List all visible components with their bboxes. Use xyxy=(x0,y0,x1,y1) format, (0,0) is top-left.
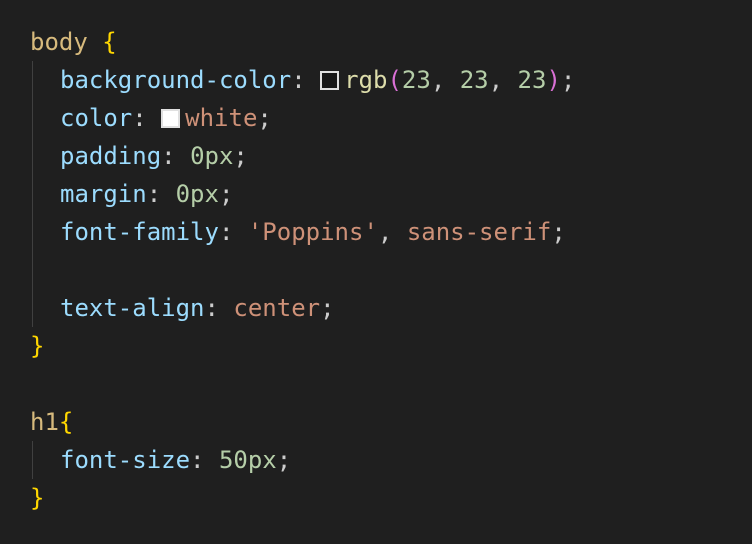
color-swatch-icon[interactable] xyxy=(320,71,340,90)
css-property: text-align xyxy=(60,294,205,322)
code-line: } xyxy=(30,327,44,365)
semicolon: ; xyxy=(276,446,292,474)
css-property: margin xyxy=(60,180,147,208)
css-selector: h1 xyxy=(30,408,59,436)
code-line: h1{ xyxy=(30,403,73,441)
css-value: white xyxy=(185,104,258,132)
close-brace: } xyxy=(30,484,45,512)
code-line: padding: 0px; xyxy=(60,137,248,175)
css-property: padding xyxy=(60,142,162,170)
semicolon: ; xyxy=(218,180,234,208)
open-brace: { xyxy=(58,408,74,436)
code-line: font-size: 50px; xyxy=(60,441,291,479)
code-line: } xyxy=(30,479,44,517)
code-line: font-family: 'Poppins', sans-serif; xyxy=(60,213,566,251)
semicolon: ; xyxy=(560,66,576,94)
css-number: 0px xyxy=(175,180,219,208)
css-string: 'Poppins' xyxy=(247,218,378,246)
code-editor[interactable]: body { background-color: rgb(23, 23, 23)… xyxy=(0,0,752,544)
css-property: color xyxy=(60,104,133,132)
code-line: background-color: rgb(23, 23, 23); xyxy=(60,61,575,99)
comma: , xyxy=(430,66,460,94)
colon: : xyxy=(146,180,176,208)
colon: : xyxy=(190,446,219,474)
css-selector: body xyxy=(30,28,88,56)
css-number: 0px xyxy=(190,142,234,170)
css-number: 23 xyxy=(459,66,489,94)
colon: : xyxy=(161,142,191,170)
code-line: color: white; xyxy=(60,99,272,137)
colon: : xyxy=(204,294,234,322)
css-property: font-family xyxy=(60,218,219,246)
semicolon: ; xyxy=(233,142,248,170)
indent-guide xyxy=(32,441,33,479)
css-function: rgb xyxy=(344,66,388,94)
code-line: margin: 0px; xyxy=(60,175,233,213)
color-swatch-icon[interactable] xyxy=(161,109,181,128)
indent-guide xyxy=(32,61,33,327)
colon: : xyxy=(218,218,248,246)
open-brace: { xyxy=(102,28,117,56)
semicolon: ; xyxy=(320,294,335,322)
semicolon: ; xyxy=(551,218,566,246)
comma: , xyxy=(377,218,407,246)
colon: : xyxy=(132,104,162,132)
css-number: 50px xyxy=(218,446,277,474)
colon: : xyxy=(291,66,321,94)
css-value: center xyxy=(233,294,321,322)
code-line: text-align: center; xyxy=(60,289,335,327)
css-number: 23 xyxy=(517,66,547,94)
css-property: background-color xyxy=(60,66,292,94)
comma: , xyxy=(488,66,518,94)
css-value: sans-serif xyxy=(406,218,552,246)
close-paren: ) xyxy=(546,66,561,94)
semicolon: ; xyxy=(257,104,272,132)
code-line: body { xyxy=(30,23,117,61)
close-brace: } xyxy=(30,332,45,360)
css-number: 23 xyxy=(401,66,431,94)
open-paren: ( xyxy=(387,66,402,94)
css-property: font-size xyxy=(60,446,191,474)
